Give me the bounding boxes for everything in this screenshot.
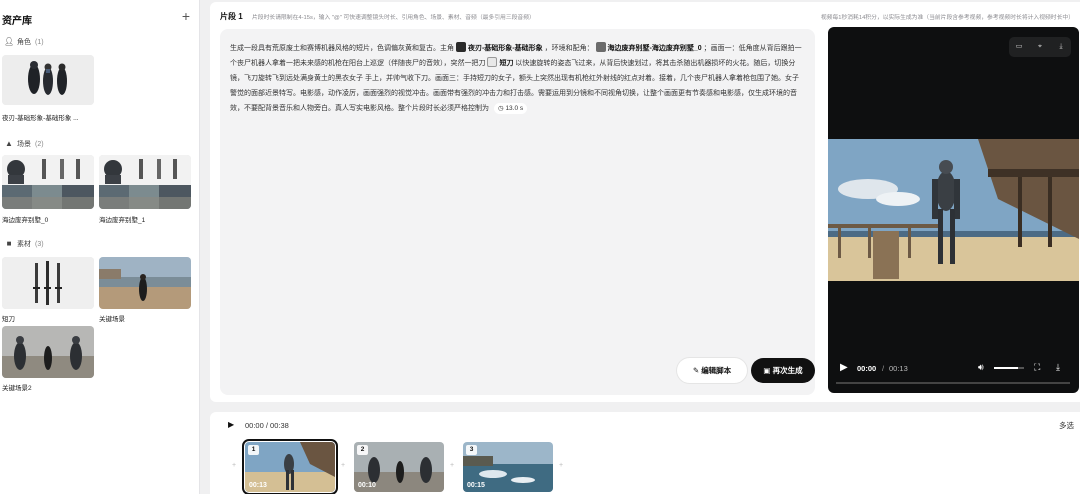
scene-caption-0: 海边废弃别墅_0 xyxy=(2,217,49,224)
section-materials-count: (3) xyxy=(35,241,44,248)
crop-icon[interactable]: ⌖ xyxy=(1034,41,1046,53)
script-editor[interactable]: 生成一段具有荒原废土和赛博机器风格的短片，色调偏灰黄和复古。主角 夜刃-基础形象… xyxy=(220,29,815,395)
time-separator: / xyxy=(882,364,885,373)
insert-plus-icon[interactable]: + xyxy=(232,462,236,469)
comment-icon[interactable]: ▭ xyxy=(1013,41,1025,53)
regenerate-button[interactable]: ▣ 再次生成 xyxy=(751,358,815,383)
timeline-play-icon[interactable]: ▶ xyxy=(228,420,234,429)
role-avatar-icon xyxy=(455,42,466,52)
video-frame xyxy=(828,139,1079,281)
scene-thumb-image-0 xyxy=(2,155,94,209)
volume-fill xyxy=(994,367,1018,369)
play-icon[interactable]: ▶ xyxy=(840,362,850,374)
multi-select-button[interactable]: 多选 xyxy=(1059,420,1074,431)
timeline-clip-2[interactable]: 2 00:10 xyxy=(354,442,444,492)
insert-plus-icon[interactable]: + xyxy=(341,462,345,469)
download-video-icon[interactable]: ⤓ xyxy=(1056,362,1060,373)
timeline-clip-3[interactable]: 3 00:15 xyxy=(463,442,553,492)
role-chip[interactable]: 夜刃-基础形象-基础形象 xyxy=(455,41,543,56)
section-roles-count: (1) xyxy=(35,39,44,46)
person-icon: 👤︎ xyxy=(4,37,15,46)
scene-caption-1: 海边废弃别墅_1 xyxy=(99,217,146,224)
video-frame-image xyxy=(828,139,1079,281)
segment-tip: 片段时长请限制在4-15s，输入 "@" 可快速调整镜头时长、引用角色、场景、素… xyxy=(252,15,535,21)
player-controls: ▶ 00:00 / 00:13 🔊︎ ⛶ ⤓ xyxy=(828,357,1079,393)
knife-image xyxy=(2,257,94,309)
role-thumb-image xyxy=(2,55,94,105)
sidebar-title: 资产库 xyxy=(2,16,32,27)
player-toolbar: ▭ ⌖ ⤓ xyxy=(1009,37,1071,57)
clip-3-duration: 00:15 xyxy=(467,482,485,489)
material-caption-1: 关键场景 xyxy=(99,316,125,323)
volume-icon[interactable]: 🔊︎ xyxy=(978,362,984,373)
clip-1-number: 1 xyxy=(248,445,259,455)
duration-chip-label: 13.0 s xyxy=(505,105,524,112)
clip-2-duration: 00:10 xyxy=(358,482,376,489)
edit-script-label: 编辑脚本 xyxy=(701,366,732,375)
regenerate-label: 再次生成 xyxy=(772,366,803,375)
progress-bar[interactable] xyxy=(836,382,1070,384)
role-caption-0: 夜刃-基础形象-基础形象 ... xyxy=(2,115,79,122)
scene-chip-label: 海边废弃别墅-海边废弃别墅_0 xyxy=(607,45,702,52)
timeline-time: 00:00 / 00:38 xyxy=(245,421,289,430)
knife-chip[interactable]: 短刀 xyxy=(487,56,513,71)
timeline: ▶ 00:00 / 00:38 多选 + 1 00:13 + 2 00:10 + xyxy=(210,412,1080,494)
section-scenes-label: 场景 xyxy=(17,141,31,148)
material-caption-0: 短刀 xyxy=(2,316,15,323)
clip-3-number: 3 xyxy=(466,445,477,455)
section-roles[interactable]: 👤︎ 角色 (1) xyxy=(4,37,44,47)
section-scenes-count: (2) xyxy=(35,141,44,148)
clip-2-number: 2 xyxy=(357,445,368,455)
sidebar-header: 资产库 + xyxy=(2,8,192,28)
section-materials-label: 素材 xyxy=(17,241,31,248)
key-scene-image xyxy=(99,257,191,309)
section-scenes[interactable]: ▲ 场景 (2) xyxy=(4,139,44,149)
plus-icon[interactable]: + xyxy=(182,8,190,24)
section-materials[interactable]: ■ 素材 (3) xyxy=(4,239,44,249)
scene-thumb-1[interactable] xyxy=(99,155,191,209)
role-thumb-0[interactable] xyxy=(2,55,94,105)
scene-avatar-icon xyxy=(595,42,606,52)
script-part-1: 生成一段具有荒原废土和赛博机器风格的短片，色调偏灰黄和复古。主角 xyxy=(230,45,454,52)
scene-thumb-0[interactable] xyxy=(2,155,94,209)
mountain-icon: ▲ xyxy=(5,139,13,148)
script-text[interactable]: 生成一段具有荒原废土和赛博机器风格的短片，色调偏灰黄和复古。主角 夜刃-基础形象… xyxy=(230,41,805,116)
key-scene-2-image xyxy=(2,326,94,378)
material-thumb-2[interactable] xyxy=(2,326,94,378)
scene-thumb-image-1 xyxy=(99,155,191,209)
current-time: 00:00 xyxy=(857,364,877,373)
asset-sidebar: 资产库 + 👤︎ 角色 (1) 夜刃-基础形象-基础形象 ... ▲ 场景 (2) xyxy=(0,0,200,494)
volume-slider[interactable] xyxy=(994,367,1024,369)
material-caption-2: 关键场景2 xyxy=(2,385,32,392)
edit-script-button[interactable]: ✎ 编辑脚本 xyxy=(677,358,747,383)
knife-avatar-icon xyxy=(487,57,498,67)
segment-title: 片段 1 xyxy=(220,12,243,21)
clip-1-duration: 00:13 xyxy=(249,482,267,489)
scene-chip[interactable]: 海边废弃别墅-海边废弃别墅_0 xyxy=(595,41,702,56)
material-thumb-0[interactable] xyxy=(2,257,94,309)
section-roles-label: 角色 xyxy=(17,39,31,46)
total-time: 00:13 xyxy=(889,364,908,373)
insert-plus-icon[interactable]: + xyxy=(559,462,563,469)
video-player[interactable]: ▭ ⌖ ⤓ ▶ 00:00 / 00:13 🔊︎ ⛶ ⤓ xyxy=(828,27,1079,393)
script-part-2: ，环境和配角： xyxy=(544,45,594,52)
segment-panel: 片段 1 片段时长请限制在4-15s，输入 "@" 可快速调整镜头时长、引用角色… xyxy=(210,2,1080,402)
fullscreen-icon[interactable]: ⛶ xyxy=(1034,362,1040,373)
download-icon[interactable]: ⤓ xyxy=(1055,41,1067,53)
timeline-clip-1[interactable]: 1 00:13 xyxy=(242,439,338,494)
knife-chip-label: 短刀 xyxy=(499,60,514,67)
people-icon: ■ xyxy=(6,239,12,248)
credit-note: 视频每1秒消耗14积分，以实际生成为准（当前片段含参考视频，参考视频时长将计入视… xyxy=(820,15,1074,21)
material-thumb-1[interactable] xyxy=(99,257,191,309)
duration-chip[interactable]: ◷ 13.0 s xyxy=(493,103,528,114)
insert-plus-icon[interactable]: + xyxy=(450,462,454,469)
role-chip-label: 夜刃-基础形象-基础形象 xyxy=(467,45,543,52)
